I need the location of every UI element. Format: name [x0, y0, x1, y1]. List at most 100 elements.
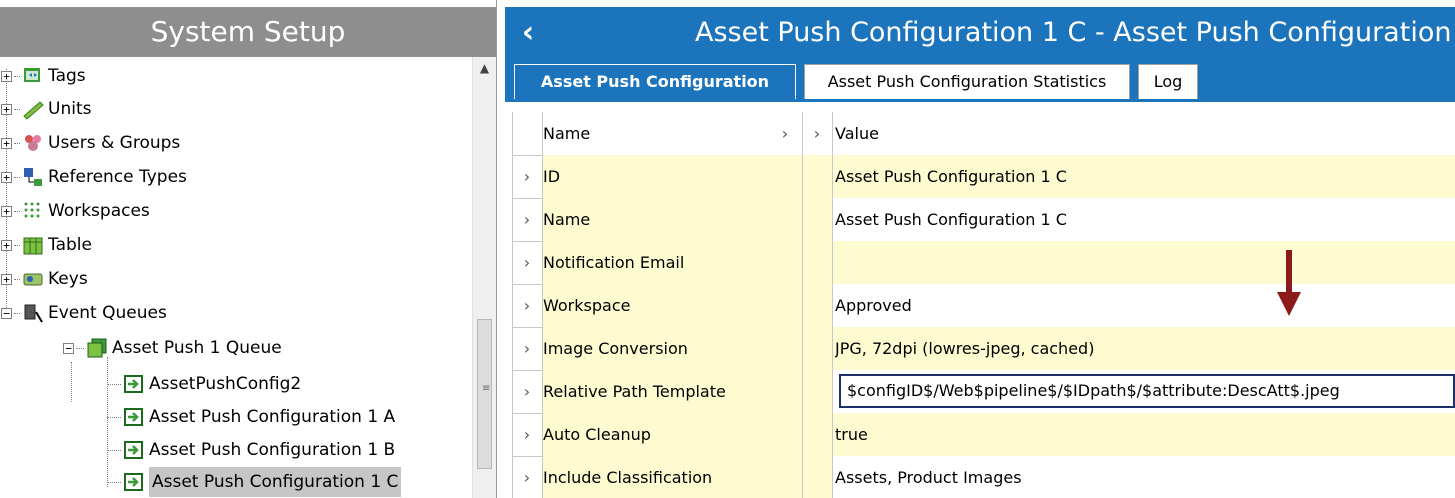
keys-icon: [23, 273, 43, 286]
event-queues-icon: [24, 304, 43, 323]
property-name: Image Conversion: [543, 339, 688, 358]
tree-guide: [71, 362, 72, 402]
property-name: Name: [543, 210, 591, 229]
property-row-auto-cleanup[interactable]: › Auto Cleanup true: [512, 413, 1455, 457]
asset-push-config-icon: [124, 473, 143, 491]
tree-node-label: Asset Push Configuration 1 B: [149, 440, 396, 460]
grid-border: [512, 112, 513, 498]
tree-node-label: Users & Groups: [48, 133, 181, 153]
collapse-icon[interactable]: −: [1, 307, 12, 319]
tree-node-label: Table: [48, 235, 92, 255]
property-row-image-conversion[interactable]: › Image Conversion JPG, 72dpi (lowres-jp…: [512, 327, 1455, 371]
relative-path-template-input[interactable]: $configID$/Web$pipeline$/$IDpath$/$attri…: [839, 374, 1455, 408]
property-value[interactable]: true: [835, 413, 1455, 456]
asset-push-config-icon: [124, 408, 143, 426]
property-value[interactable]: [835, 241, 1455, 284]
tree-connector: [14, 176, 20, 178]
tree-node-label: Asset Push Configuration 1 A: [149, 407, 396, 427]
reference-types-icon: [24, 168, 42, 186]
property-row-include-classification[interactable]: › Include Classification Assets, Product…: [512, 456, 1455, 498]
collapse-icon[interactable]: −: [63, 342, 74, 354]
tree-node-tags[interactable]: + Tags: [1, 61, 86, 91]
property-row-relative-path-template[interactable]: › Relative Path Template $configID$/Web$…: [512, 370, 1455, 414]
tree-node-label: Event Queues: [48, 303, 167, 323]
row-expand-chevron-icon[interactable]: ›: [512, 370, 542, 413]
property-row-name[interactable]: › Name Asset Push Configuration 1 C: [512, 198, 1455, 242]
expand-icon[interactable]: +: [1, 70, 12, 82]
row-expand-chevron-icon[interactable]: ›: [512, 327, 542, 370]
property-value[interactable]: Approved: [835, 284, 1455, 327]
tree-node-asset-push-config-1b[interactable]: Asset Push Configuration 1 B: [107, 435, 395, 465]
tree-node-label: Units: [48, 99, 92, 119]
tree-node-event-queues[interactable]: − Event Queues: [1, 298, 167, 328]
tree-connector: [76, 347, 84, 349]
tree-node-label: Workspaces: [48, 201, 150, 221]
row-expand-chevron-icon[interactable]: ›: [512, 155, 542, 198]
column-divider: [802, 112, 803, 498]
grip-icon: ≡: [482, 383, 491, 394]
tree-scrollbar[interactable]: ▲ ≡: [472, 57, 496, 498]
property-value[interactable]: JPG, 72dpi (lowres-jpeg, cached): [835, 327, 1455, 370]
property-row-notification-email[interactable]: › Notification Email: [512, 241, 1455, 285]
tree-node-users-groups[interactable]: + Users & Groups: [1, 128, 180, 158]
row-expand-chevron-icon[interactable]: ›: [512, 284, 542, 327]
expand-icon[interactable]: +: [1, 205, 12, 217]
row-expand-chevron-icon[interactable]: ›: [512, 198, 542, 241]
tree-node-asset-push-config-1c[interactable]: Asset Push Configuration 1 C: [107, 467, 402, 497]
tree-connector: [107, 416, 121, 418]
queue-icon: [87, 338, 107, 358]
tree-connector: [14, 142, 20, 144]
column-chevron-icon[interactable]: ›: [802, 112, 832, 155]
properties-grid: Name › › Value › ID Asset Push Configura…: [512, 112, 1455, 498]
column-sort-chevron-icon[interactable]: ›: [775, 112, 795, 155]
property-name: Workspace: [543, 296, 631, 315]
tab-log[interactable]: Log: [1138, 64, 1198, 99]
expand-icon[interactable]: +: [1, 137, 12, 149]
back-chevron-icon[interactable]: ‹: [513, 15, 543, 51]
expand-icon[interactable]: +: [1, 103, 12, 115]
tree-node-keys[interactable]: + Keys: [1, 264, 88, 294]
units-icon: [23, 101, 44, 120]
tree-connector: [14, 75, 20, 77]
property-value[interactable]: Asset Push Configuration 1 C: [835, 198, 1455, 241]
expand-icon[interactable]: +: [1, 273, 12, 285]
property-value[interactable]: Assets, Product Images: [835, 456, 1455, 498]
expand-icon[interactable]: +: [1, 239, 12, 251]
scroll-up-arrow-icon[interactable]: ▲: [473, 61, 496, 75]
system-setup-pane: System Setup + Tags + Units + Users & Gr…: [0, 0, 497, 498]
table-icon: [23, 237, 43, 255]
tab-bar: Asset Push Configuration Asset Push Conf…: [505, 59, 1455, 99]
tab-asset-push-configuration[interactable]: Asset Push Configuration: [514, 64, 796, 99]
property-row-workspace[interactable]: › Workspace Approved: [512, 284, 1455, 328]
tree-node-label: Tags: [48, 66, 86, 86]
tree-connector: [107, 449, 121, 451]
tree-node-units[interactable]: + Units: [1, 94, 91, 124]
scrollbar-thumb[interactable]: ≡: [477, 319, 492, 469]
expand-icon[interactable]: +: [1, 171, 12, 183]
tree-node-label-selected: Asset Push Configuration 1 C: [149, 467, 402, 497]
tree-node-asset-push-config-1a[interactable]: Asset Push Configuration 1 A: [107, 402, 395, 432]
property-row-id[interactable]: › ID Asset Push Configuration 1 C: [512, 155, 1455, 199]
tree-node-workspaces[interactable]: + Workspaces: [1, 196, 150, 226]
property-name: Include Classification: [543, 468, 713, 487]
column-header-name[interactable]: Name: [543, 112, 799, 155]
asset-push-config-icon: [124, 375, 143, 393]
tree-node-assetpushconfig2[interactable]: AssetPushConfig2: [107, 369, 301, 399]
detail-title-bar: ‹ Asset Push Configuration 1 C - Asset P…: [505, 7, 1455, 59]
column-header-value[interactable]: Value: [835, 112, 1455, 155]
row-expand-chevron-icon[interactable]: ›: [512, 413, 542, 456]
column-divider: [542, 112, 543, 498]
tree-node-table[interactable]: + Table: [1, 230, 92, 260]
tags-icon: [24, 68, 40, 82]
tree-node-asset-push-1-queue[interactable]: − Asset Push 1 Queue: [63, 333, 282, 363]
tree-node-reference-types[interactable]: + Reference Types: [1, 162, 187, 192]
workspaces-icon: [24, 202, 40, 218]
row-expand-chevron-icon[interactable]: ›: [512, 241, 542, 284]
system-setup-title: System Setup: [0, 7, 496, 57]
tab-asset-push-configuration-statistics[interactable]: Asset Push Configuration Statistics: [804, 64, 1130, 99]
tree-node-label: AssetPushConfig2: [149, 374, 302, 394]
tree-connector: [107, 481, 121, 483]
row-expand-chevron-icon[interactable]: ›: [512, 456, 542, 498]
property-value[interactable]: Asset Push Configuration 1 C: [835, 155, 1455, 198]
property-name: Notification Email: [543, 253, 685, 272]
